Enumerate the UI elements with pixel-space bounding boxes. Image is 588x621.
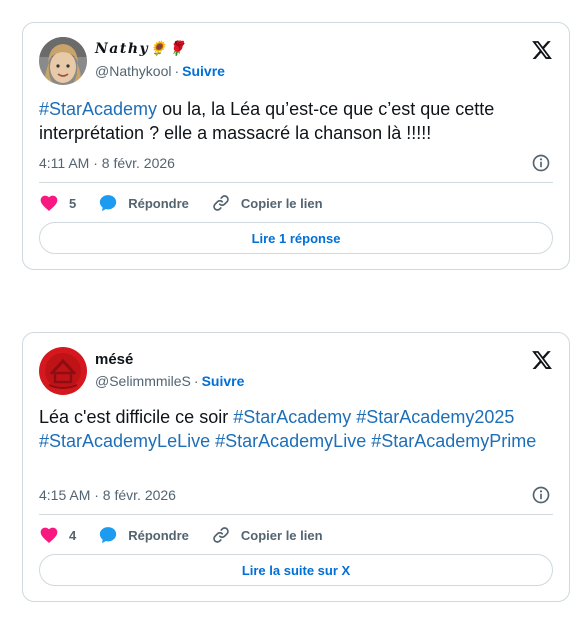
heart-icon bbox=[40, 195, 58, 211]
hashtag-link[interactable]: #StarAcademy2025 bbox=[356, 407, 514, 427]
follow-button[interactable]: Suivre bbox=[182, 63, 225, 79]
like-button[interactable]: 5 bbox=[39, 193, 76, 213]
copy-link-button[interactable]: Copier le lien bbox=[211, 193, 323, 213]
hashtag-link[interactable]: #StarAcademyLive bbox=[215, 431, 366, 451]
separator: · bbox=[193, 373, 199, 389]
hashtag-link[interactable]: #StarAcademyPrime bbox=[371, 431, 536, 451]
timestamp[interactable]: 4:15 AM · 8 févr. 2026 bbox=[39, 487, 176, 503]
hashtag-link[interactable]: #StarAcademy bbox=[233, 407, 351, 427]
link-icon bbox=[213, 195, 229, 211]
tweet-header: 𝑵𝒂𝒕𝒉𝒚🌻🌹 @Nathykool · Suivre bbox=[39, 37, 553, 85]
action-bar: 4 Répondre Copier le lien bbox=[39, 523, 553, 547]
divider bbox=[39, 182, 553, 183]
info-icon[interactable] bbox=[531, 485, 551, 505]
handle-line: @SelimmmileS · Suivre bbox=[95, 373, 244, 389]
speech-bubble-icon bbox=[100, 527, 117, 544]
tweet-meta: 4:15 AM · 8 févr. 2026 bbox=[39, 485, 553, 505]
speech-bubble-icon bbox=[100, 195, 117, 212]
copy-link-label: Copier le lien bbox=[240, 527, 323, 543]
copy-link-button[interactable]: Copier le lien bbox=[211, 525, 323, 545]
tweet-header: mésé @SelimmmileS · Suivre bbox=[39, 347, 553, 395]
like-count: 4 bbox=[69, 527, 77, 543]
x-logo-icon[interactable] bbox=[531, 349, 553, 371]
info-icon[interactable] bbox=[531, 153, 551, 173]
action-bar: 5 Répondre Copier le lien bbox=[39, 191, 553, 215]
link-icon bbox=[213, 527, 229, 543]
copy-link-label: Copier le lien bbox=[240, 195, 323, 211]
hashtag-link[interactable]: #StarAcademy bbox=[39, 99, 157, 119]
reply-button[interactable]: Répondre bbox=[98, 193, 189, 213]
reply-button[interactable]: Répondre bbox=[98, 525, 189, 545]
read-replies-button[interactable]: Lire 1 réponse bbox=[39, 222, 553, 254]
separator: · bbox=[174, 63, 180, 79]
like-button[interactable]: 4 bbox=[39, 525, 76, 545]
tweet-text: #StarAcademy ou la, la Léa qu’est-ce que… bbox=[39, 99, 495, 143]
x-logo-icon[interactable] bbox=[531, 39, 553, 61]
follow-button[interactable]: Suivre bbox=[202, 373, 245, 389]
display-name[interactable]: mésé bbox=[95, 351, 133, 368]
reply-label: Répondre bbox=[128, 527, 189, 543]
user-handle[interactable]: @SelimmmileS bbox=[95, 373, 191, 389]
avatar[interactable] bbox=[39, 37, 87, 85]
avatar[interactable] bbox=[39, 347, 87, 395]
reply-label: Répondre bbox=[128, 195, 189, 211]
tweet-card[interactable]: mésé @SelimmmileS · Suivre Léa c'est diffi… bbox=[22, 332, 570, 602]
heart-icon bbox=[40, 527, 58, 543]
like-count: 5 bbox=[69, 195, 77, 211]
divider bbox=[39, 514, 553, 515]
display-name[interactable]: 𝑵𝒂𝒕𝒉𝒚🌻🌹 bbox=[95, 41, 187, 57]
timestamp[interactable]: 4:11 AM · 8 févr. 2026 bbox=[39, 155, 175, 171]
read-more-on-x-button[interactable]: Lire la suite sur X bbox=[39, 554, 553, 586]
handle-line: @Nathykool · Suivre bbox=[95, 63, 225, 79]
tweet-card[interactable]: 𝑵𝒂𝒕𝒉𝒚🌻🌹 @Nathykool · Suivre #StarAcademy o… bbox=[22, 22, 570, 270]
tweet-text: Léa c'est difficile ce soir #StarAcademy… bbox=[39, 407, 537, 451]
hashtag-link[interactable]: #StarAcademyLeLive bbox=[39, 431, 210, 451]
tweet-meta: 4:11 AM · 8 févr. 2026 bbox=[39, 153, 553, 173]
user-handle[interactable]: @Nathykool bbox=[95, 63, 171, 79]
